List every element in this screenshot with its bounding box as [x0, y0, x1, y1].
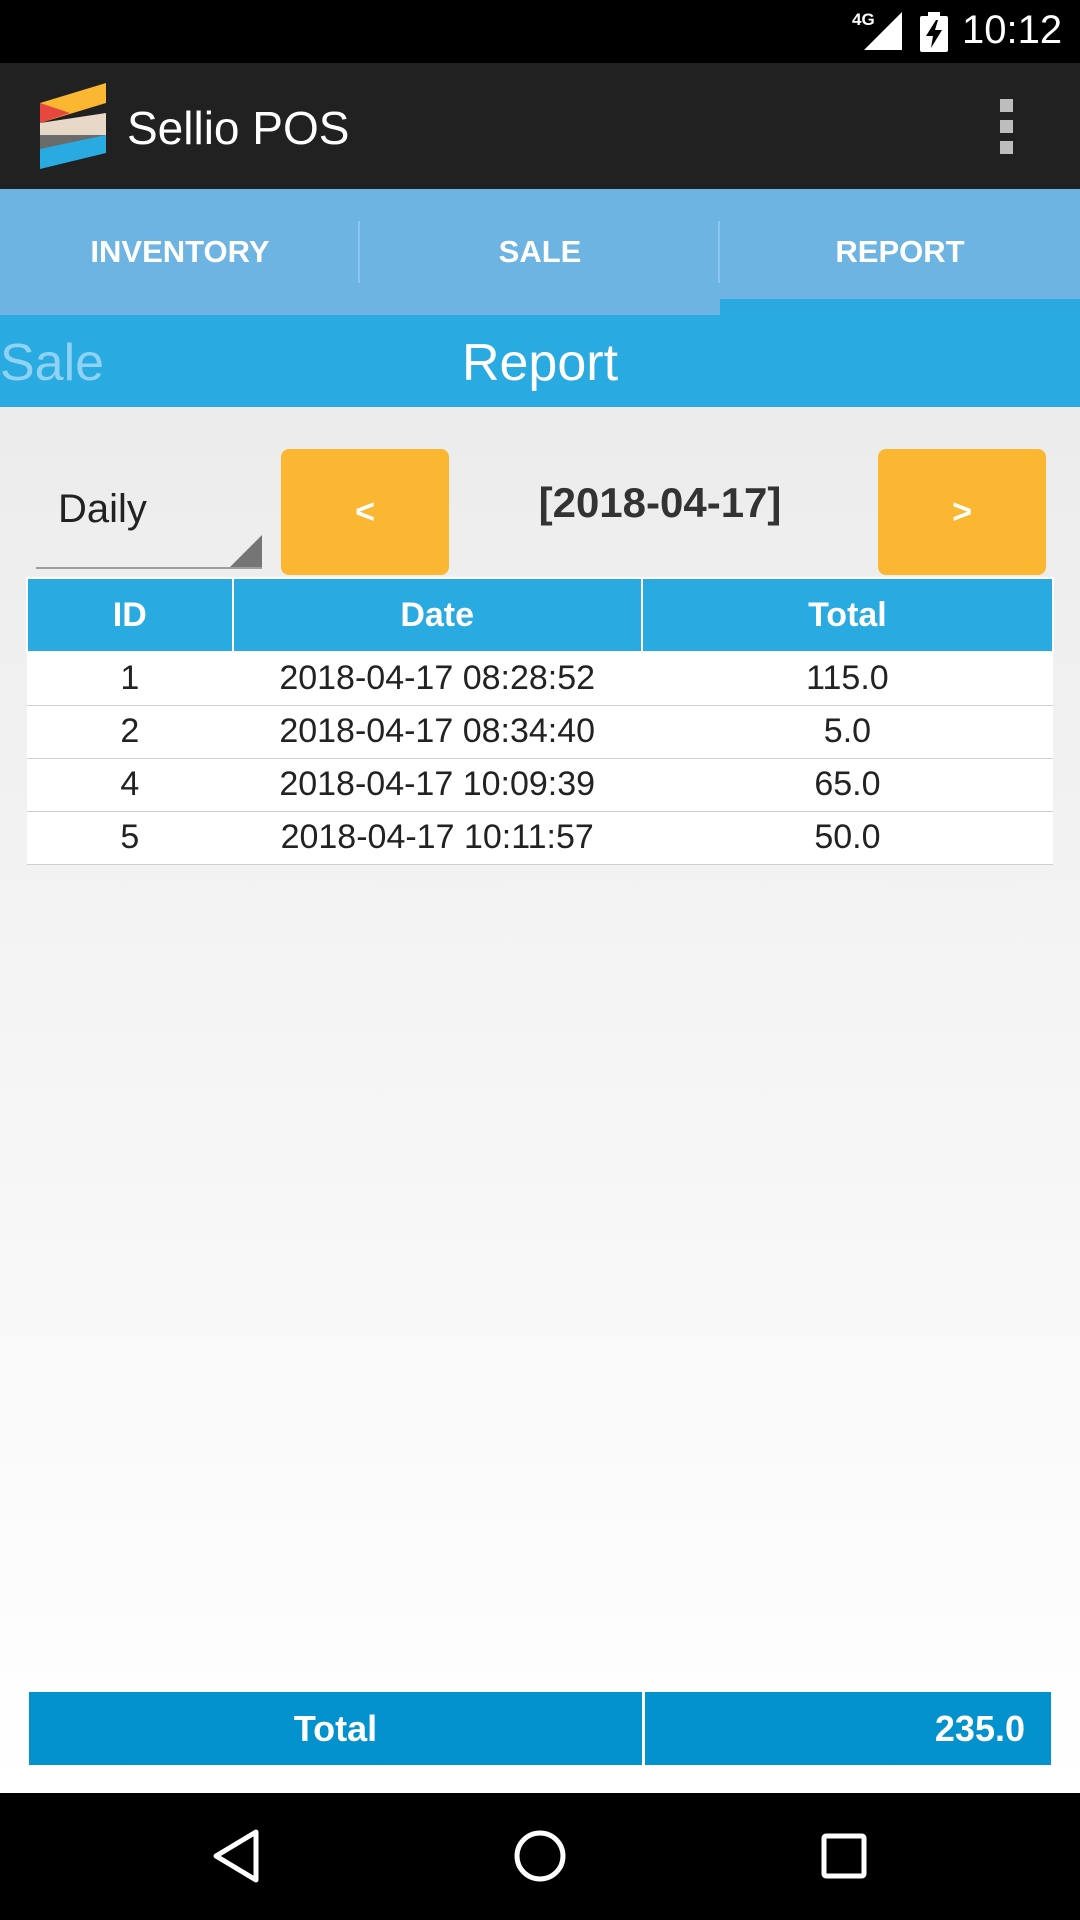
network-type-label: 4G [852, 10, 875, 29]
cell-id: 1 [27, 652, 233, 706]
cell-id: 4 [27, 758, 233, 812]
tab-sale[interactable]: SALE [360, 189, 720, 315]
table-header-row: ID Date Total [26, 577, 1055, 653]
app-title: Sellio POS [127, 102, 350, 154]
app-bar: Sellio POS [0, 63, 1080, 189]
cell-date: 2018-04-17 10:11:57 [232, 811, 642, 865]
period-spinner-value: Daily [58, 487, 147, 531]
sellio-logo-icon[interactable] [40, 83, 106, 169]
cell-date: 2018-04-17 08:34:40 [232, 705, 642, 759]
status-bar: 4G 10:12 [0, 0, 1080, 63]
tab-report-label: REPORT [835, 234, 965, 269]
column-header-date: Date [231, 577, 643, 653]
cell-date: 2018-04-17 10:09:39 [232, 758, 642, 812]
report-content: Daily < [2018-04-17] > ID Date Total 1 2… [0, 407, 1080, 1793]
table-row[interactable]: 1 2018-04-17 08:28:52 115.0 [27, 652, 1053, 706]
table-row[interactable]: 2 2018-04-17 08:34:40 5.0 [27, 705, 1053, 759]
column-header-id: ID [26, 577, 234, 653]
system-navigation-bar [0, 1793, 1080, 1920]
back-icon[interactable] [212, 1828, 260, 1884]
section-center-title: Report [461, 334, 619, 392]
cell-total: 65.0 [641, 758, 1053, 812]
dropdown-arrow-icon [230, 535, 262, 567]
section-header: Sale Report [0, 315, 1080, 407]
cell-id: 2 [27, 705, 233, 759]
next-date-button[interactable]: > [878, 449, 1046, 575]
total-label: Total [29, 1692, 642, 1765]
table-row[interactable]: 5 2018-04-17 10:11:57 50.0 [27, 811, 1053, 865]
clock: 10:12 [962, 8, 1063, 52]
battery-charging-icon [920, 12, 948, 52]
recent-apps-icon[interactable] [820, 1828, 868, 1884]
sales-report-table: ID Date Total 1 2018-04-17 08:28:52 115.… [26, 577, 1055, 865]
total-value: 235.0 [645, 1692, 1051, 1765]
tab-inventory[interactable]: INVENTORY [0, 189, 360, 315]
home-icon[interactable] [512, 1828, 568, 1884]
cell-total: 50.0 [641, 811, 1053, 865]
cell-date: 2018-04-17 08:28:52 [232, 652, 642, 706]
previous-date-button[interactable]: < [281, 449, 449, 575]
total-summary-bar: Total 235.0 [29, 1692, 1051, 1765]
cell-total: 115.0 [641, 652, 1053, 706]
table-row[interactable]: 4 2018-04-17 10:09:39 65.0 [27, 758, 1053, 812]
current-date-label: [2018-04-17] [538, 479, 782, 526]
period-spinner[interactable]: Daily [36, 447, 262, 569]
tab-report[interactable]: REPORT [720, 189, 1080, 315]
tab-bar: INVENTORY SALE REPORT [0, 189, 1080, 315]
cell-total: 5.0 [641, 705, 1053, 759]
overflow-menu-icon[interactable] [990, 99, 1022, 159]
cell-id: 5 [27, 811, 233, 865]
column-header-total: Total [640, 577, 1055, 653]
